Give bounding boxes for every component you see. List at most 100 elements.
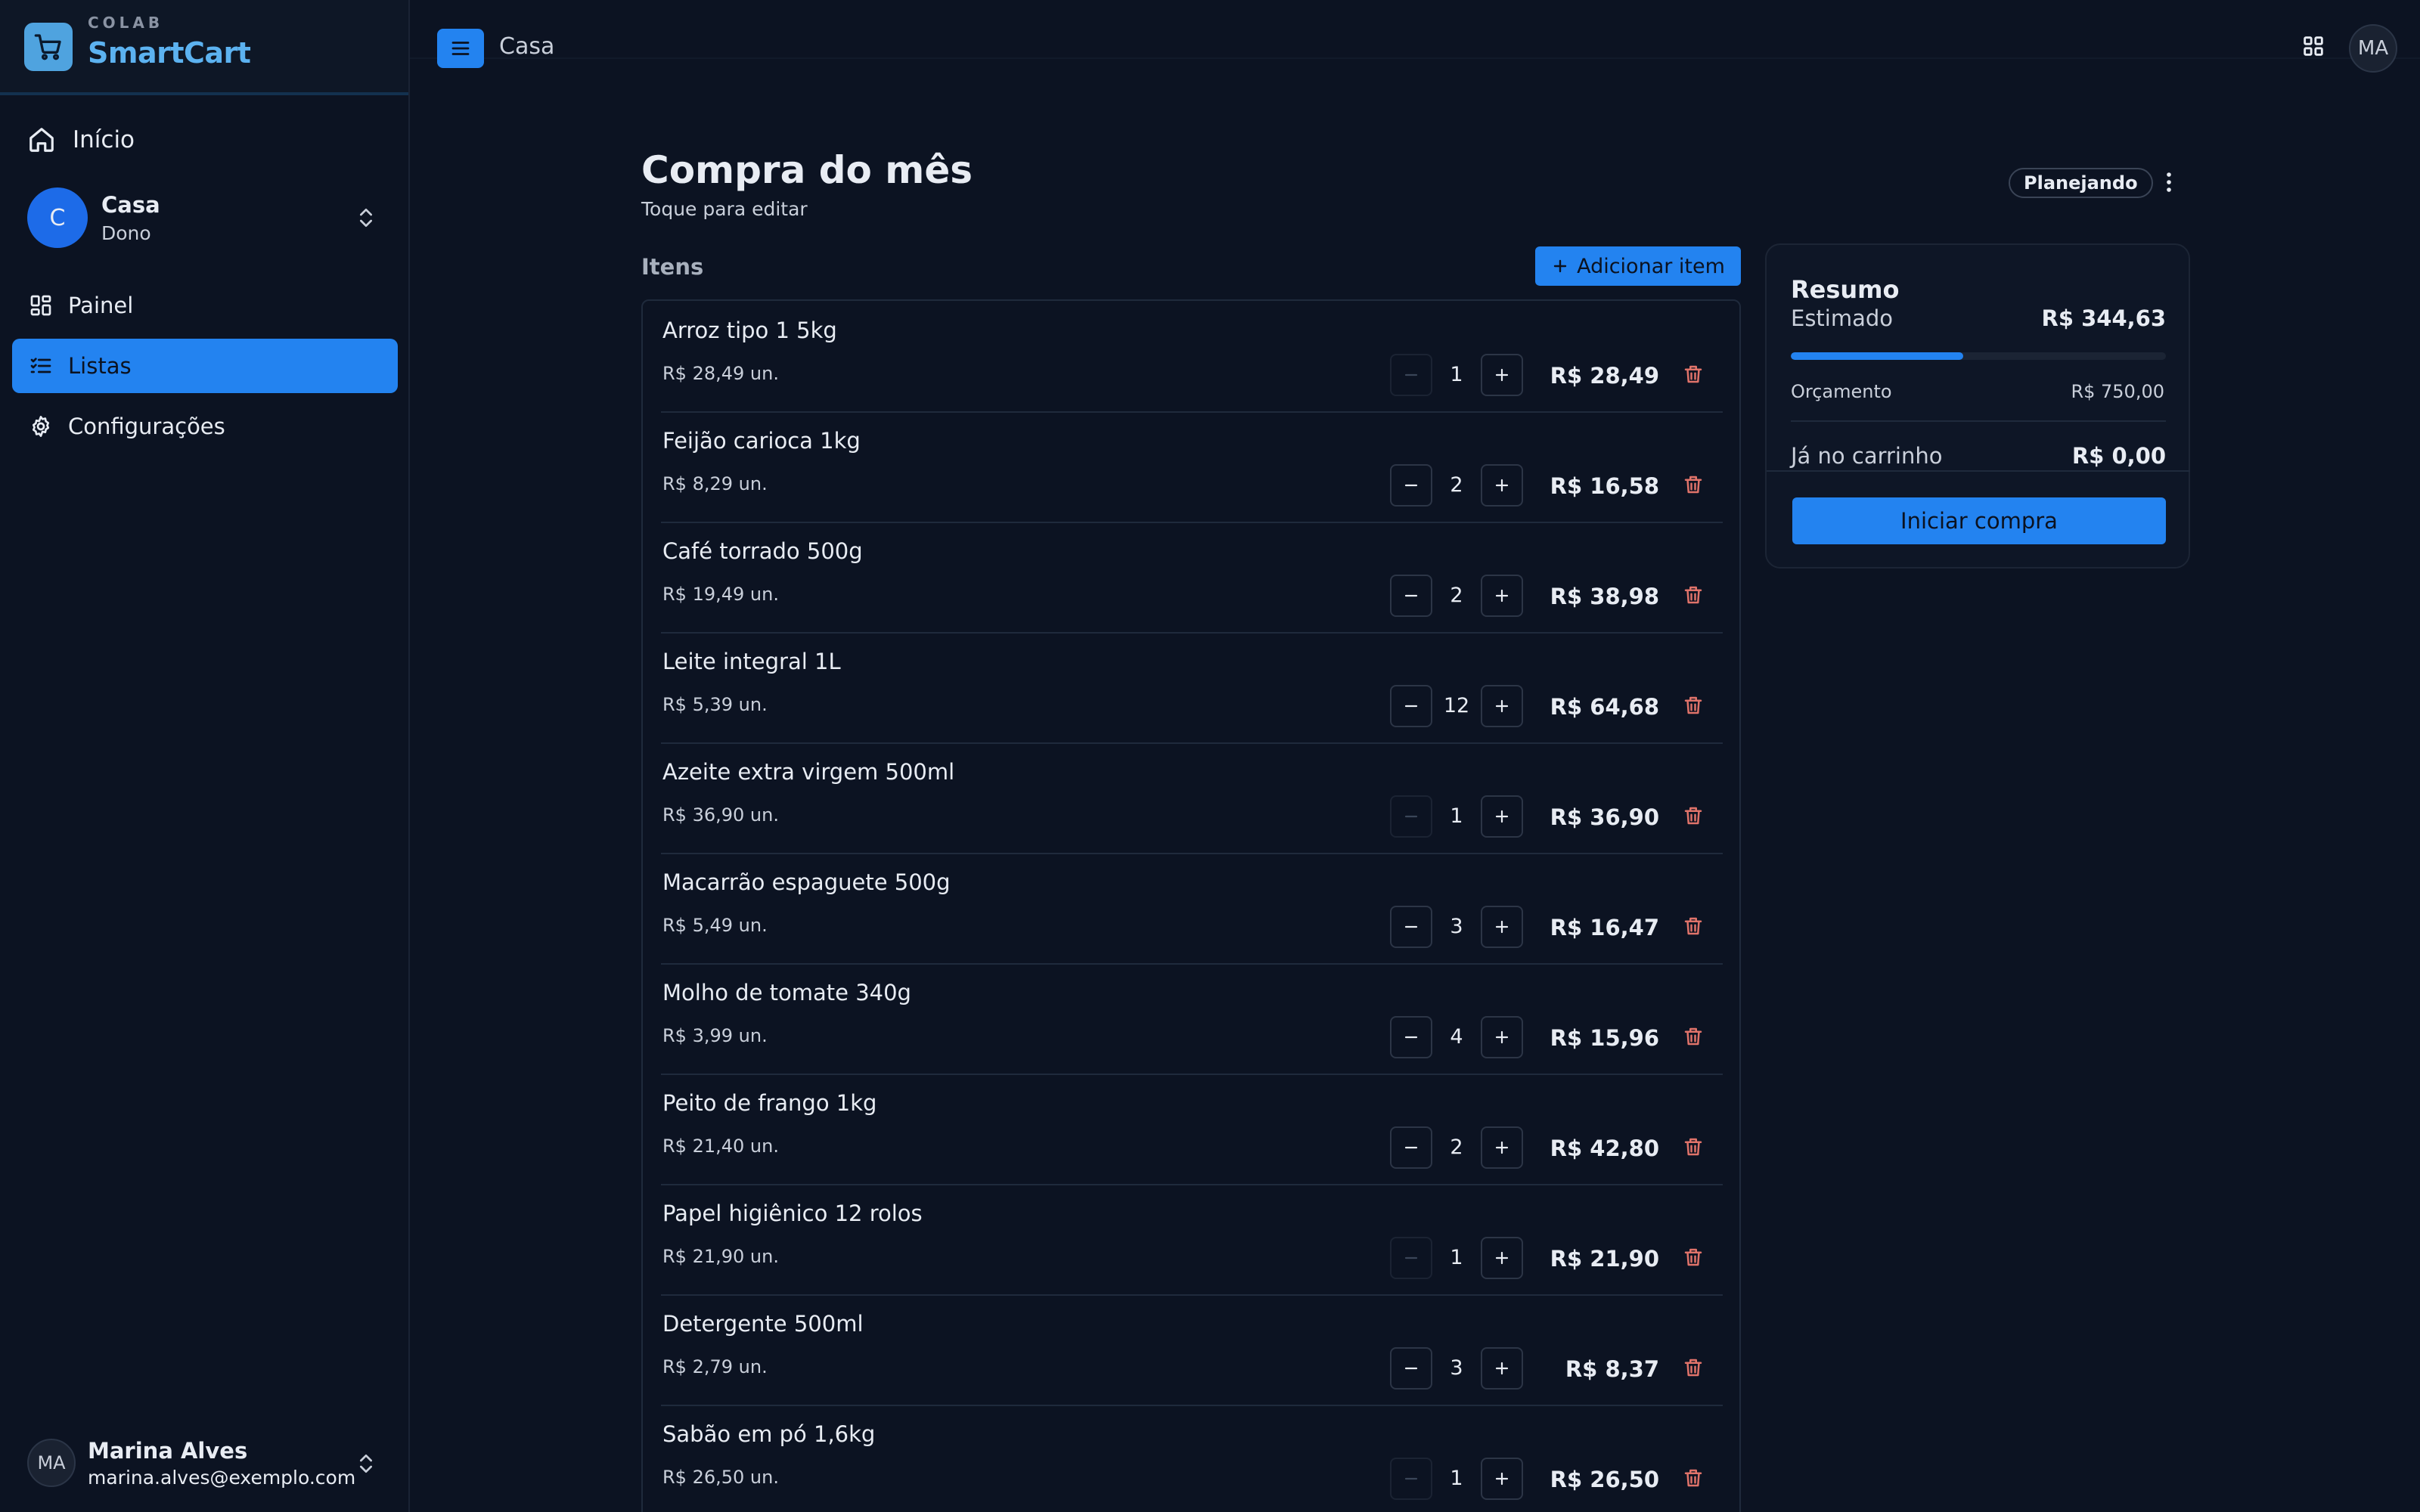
decrease-quantity-button[interactable] (1390, 1237, 1432, 1279)
list-item[interactable]: Sabão em pó 1,6kg R$ 26,50 un. 1 R$ 26,50 (661, 1406, 1723, 1512)
budget-progress-bar (1791, 352, 2166, 360)
increase-quantity-button[interactable] (1481, 685, 1523, 727)
page-subtitle: Toque para editar (641, 198, 808, 220)
topbar: Casa MA (410, 0, 2420, 73)
summary-title: Resumo (1791, 275, 1900, 304)
delete-item-button[interactable] (1682, 1467, 1705, 1489)
brand-header[interactable]: COLAB SmartCart (0, 0, 408, 95)
item-unit-price: R$ 21,40 un. (662, 1136, 779, 1157)
trash-icon (1682, 584, 1705, 606)
item-name[interactable]: Papel higiênico 12 rolos (662, 1201, 923, 1226)
item-name[interactable]: Leite integral 1L (662, 649, 841, 674)
page-title[interactable]: Compra do mês (641, 148, 973, 192)
item-total: R$ 16,58 (1550, 473, 1659, 499)
delete-item-button[interactable] (1682, 1356, 1705, 1379)
trash-icon (1682, 1356, 1705, 1379)
increase-quantity-button[interactable] (1481, 906, 1523, 948)
increase-quantity-button[interactable] (1481, 1458, 1523, 1500)
delete-item-button[interactable] (1682, 694, 1705, 717)
increase-quantity-button[interactable] (1481, 795, 1523, 838)
increase-quantity-button[interactable] (1481, 464, 1523, 507)
item-unit-price: R$ 8,29 un. (662, 473, 768, 494)
item-name[interactable]: Macarrão espaguete 500g (662, 869, 951, 895)
item-total: R$ 15,96 (1550, 1025, 1659, 1051)
decrease-quantity-button[interactable] (1390, 575, 1432, 617)
list-item[interactable]: Leite integral 1L R$ 5,39 un. 12 R$ 64,68 (661, 634, 1723, 744)
increase-quantity-button[interactable] (1481, 354, 1523, 396)
sidebar-item-listas[interactable]: Listas (12, 339, 398, 393)
increase-quantity-button[interactable] (1481, 1126, 1523, 1169)
delete-item-button[interactable] (1682, 1025, 1705, 1048)
item-unit-price: R$ 3,99 un. (662, 1025, 768, 1046)
item-name[interactable]: Sabão em pó 1,6kg (662, 1421, 875, 1447)
increase-quantity-button[interactable] (1481, 1347, 1523, 1390)
decrease-quantity-button[interactable] (1390, 795, 1432, 838)
decrease-quantity-button[interactable] (1390, 464, 1432, 507)
sidebar-toggle-button[interactable] (437, 29, 484, 68)
plus-icon (1493, 366, 1511, 384)
item-quantity: 3 (1450, 1356, 1463, 1380)
minus-icon (1402, 587, 1420, 605)
delete-item-button[interactable] (1682, 473, 1705, 496)
in-cart-value: R$ 0,00 (2071, 443, 2166, 469)
item-quantity: 1 (1450, 804, 1463, 828)
delete-item-button[interactable] (1682, 915, 1705, 937)
decrease-quantity-button[interactable] (1390, 906, 1432, 948)
item-name[interactable]: Peito de frango 1kg (662, 1090, 876, 1116)
decrease-quantity-button[interactable] (1390, 1016, 1432, 1058)
list-item[interactable]: Papel higiênico 12 rolos R$ 21,90 un. 1 R$ … (661, 1185, 1723, 1296)
decrease-quantity-button[interactable] (1390, 685, 1432, 727)
item-name[interactable]: Detergente 500ml (662, 1311, 864, 1337)
trash-icon (1682, 1025, 1705, 1048)
list-item[interactable]: Detergente 500ml R$ 2,79 un. 3 R$ 8,37 (661, 1296, 1723, 1406)
brand-caption: COLAB (88, 14, 164, 32)
increase-quantity-button[interactable] (1481, 1237, 1523, 1279)
list-item[interactable]: Feijão carioca 1kg R$ 8,29 un. 2 R$ 16,58 (661, 413, 1723, 523)
delete-item-button[interactable] (1682, 363, 1705, 386)
increase-quantity-button[interactable] (1481, 1016, 1523, 1058)
item-unit-price: R$ 5,49 un. (662, 915, 768, 936)
list-item[interactable]: Azeite extra virgem 500ml R$ 36,90 un. 1 R$… (661, 744, 1723, 854)
nav-home[interactable]: Início (27, 121, 135, 159)
increase-quantity-button[interactable] (1481, 575, 1523, 617)
item-name[interactable]: Arroz tipo 1 5kg (662, 318, 837, 343)
decrease-quantity-button[interactable] (1390, 354, 1432, 396)
workspace-switcher[interactable]: C Casa Dono (27, 187, 387, 248)
start-shopping-button[interactable]: Iniciar compra (1792, 497, 2166, 544)
sidebar-item-painel[interactable]: Painel (12, 278, 398, 333)
decrease-quantity-button[interactable] (1390, 1458, 1432, 1500)
user-name: Marina Alves (88, 1437, 248, 1464)
apps-grid-button[interactable] (2301, 33, 2326, 59)
trash-icon (1682, 915, 1705, 937)
avatar: MA (27, 1439, 76, 1487)
list-item[interactable]: Café torrado 500g R$ 19,49 un. 2 R$ 38,98 (661, 523, 1723, 634)
sidebar-item-configuracoes[interactable]: Configurações (12, 399, 398, 454)
delete-item-button[interactable] (1682, 1136, 1705, 1158)
delete-item-button[interactable] (1682, 1246, 1705, 1269)
delete-item-button[interactable] (1682, 804, 1705, 827)
item-quantity: 1 (1450, 363, 1463, 386)
trash-icon (1682, 694, 1705, 717)
list-item[interactable]: Macarrão espaguete 500g R$ 5,49 un. 3 R$ 16… (661, 854, 1723, 965)
list-item[interactable]: Molho de tomate 340g R$ 3,99 un. 4 R$ 15,96 (661, 965, 1723, 1075)
item-unit-price: R$ 26,50 un. (662, 1467, 779, 1488)
list-item[interactable]: Arroz tipo 1 5kg R$ 28,49 un. 1 R$ 28,49 (661, 302, 1723, 413)
decrease-quantity-button[interactable] (1390, 1347, 1432, 1390)
plus-icon (1493, 1249, 1511, 1267)
delete-item-button[interactable] (1682, 584, 1705, 606)
item-quantity: 2 (1450, 473, 1463, 497)
avatar[interactable]: MA (2349, 24, 2397, 73)
list-item[interactable]: Peito de frango 1kg R$ 21,40 un. 2 R$ 42,80 (661, 1075, 1723, 1185)
item-name[interactable]: Molho de tomate 340g (662, 980, 911, 1005)
item-unit-price: R$ 19,49 un. (662, 584, 779, 605)
nav-home-label: Início (73, 126, 135, 153)
item-name[interactable]: Azeite extra virgem 500ml (662, 759, 954, 785)
item-quantity: 2 (1450, 584, 1463, 607)
grid-icon (2301, 33, 2326, 59)
more-options-button[interactable] (2160, 169, 2178, 195)
user-menu[interactable]: MA Marina Alves marina.alves@exemplo.com (27, 1437, 387, 1489)
decrease-quantity-button[interactable] (1390, 1126, 1432, 1169)
add-item-button[interactable]: Adicionar item (1535, 246, 1741, 286)
item-name[interactable]: Café torrado 500g (662, 538, 863, 564)
item-name[interactable]: Feijão carioca 1kg (662, 428, 861, 454)
